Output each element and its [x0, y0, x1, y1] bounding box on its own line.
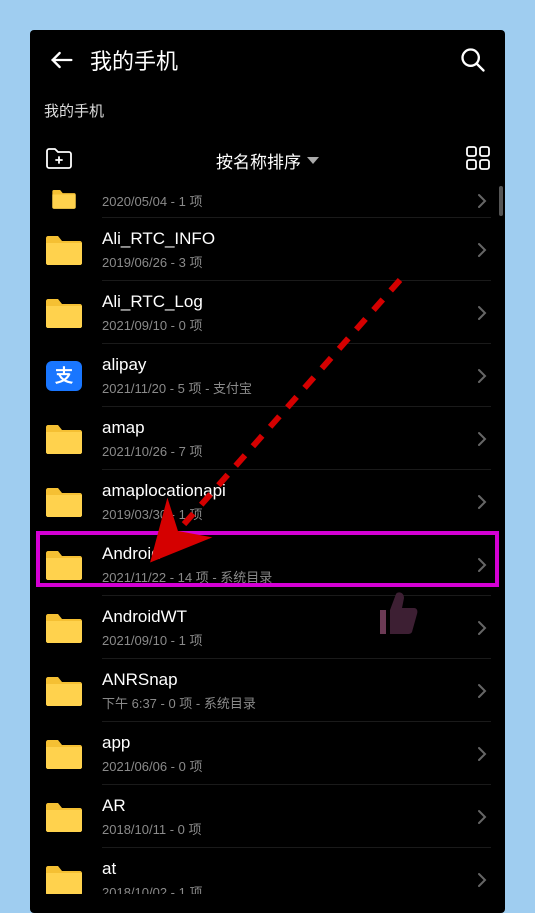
folder-icon	[44, 863, 84, 895]
item-name: Ali_RTC_Log	[102, 291, 473, 313]
chevron-right-icon	[473, 367, 491, 385]
item-meta: 2021/11/22 - 14 项 - 系统目录	[102, 567, 473, 586]
item-name: at	[102, 858, 473, 880]
search-button[interactable]	[459, 46, 487, 74]
item-meta: 2021/06/06 - 0 项	[102, 756, 473, 775]
list-item[interactable]: AndroidWT2021/09/10 - 1 项	[30, 596, 505, 659]
chevron-right-icon	[473, 556, 491, 574]
folder-icon	[44, 611, 84, 645]
folder-icon	[44, 485, 84, 519]
item-name: app	[102, 732, 473, 754]
folder-icon	[44, 233, 84, 267]
toolbar: 按名称排序	[30, 139, 505, 186]
item-name: alipay	[102, 354, 473, 376]
item-info: amap 2021/10/26 - 7 项	[102, 417, 473, 460]
list-item[interactable]: app 2021/06/06 - 0 项	[30, 722, 505, 785]
header: 我的手机	[30, 30, 505, 90]
item-info: 2020/05/04 - 1 项	[102, 189, 473, 210]
item-name: amap	[102, 417, 473, 439]
list-item[interactable]: Android 2021/11/22 - 14 项 - 系统目录	[30, 533, 505, 596]
item-meta: 2019/03/30 - 1 项	[102, 504, 473, 523]
item-meta: 2021/10/26 - 7 项	[102, 441, 473, 460]
item-info: AR 2018/10/11 - 0 项	[102, 795, 473, 838]
list-item[interactable]: Ali_RTC_INFO 2019/06/26 - 3 项	[30, 218, 505, 281]
item-meta: 2018/10/11 - 0 项	[102, 819, 473, 838]
item-info: Ali_RTC_INFO 2019/06/26 - 3 项	[102, 228, 473, 271]
item-name: Ali_RTC_INFO	[102, 228, 473, 250]
item-info: Ali_RTC_Log 2021/09/10 - 0 项	[102, 291, 473, 334]
chevron-right-icon	[473, 493, 491, 511]
item-meta: 2018/10/02 - 1 项	[102, 882, 473, 894]
list-item[interactable]: at 2018/10/02 - 1 项	[30, 848, 505, 894]
item-meta: 2021/11/20 - 5 项 - 支付宝	[102, 378, 473, 397]
list-item[interactable]: ANRSnap 下午 6:37 - 0 项 - 系统目录	[30, 659, 505, 722]
item-info: app 2021/06/06 - 0 项	[102, 732, 473, 775]
folder-icon	[44, 296, 84, 330]
list-item[interactable]: 支 alipay 2021/11/20 - 5 项 - 支付宝	[30, 344, 505, 407]
item-info: amaplocationapi 2019/03/30 - 1 项	[102, 480, 473, 523]
folder-icon	[44, 188, 84, 210]
folder-icon	[44, 737, 84, 771]
sort-label: 按名称排序	[216, 148, 301, 173]
chevron-right-icon	[473, 241, 491, 259]
folder-icon	[44, 674, 84, 708]
folder-icon	[44, 548, 84, 582]
item-info: Android 2021/11/22 - 14 项 - 系统目录	[102, 543, 473, 586]
list-item[interactable]: 2020/05/04 - 1 项	[30, 186, 505, 218]
folder-icon	[44, 800, 84, 834]
item-meta: 2021/09/10 - 0 项	[102, 315, 473, 334]
chevron-right-icon	[473, 871, 491, 889]
breadcrumb[interactable]: 我的手机	[30, 90, 505, 139]
chevron-right-icon	[473, 304, 491, 322]
chevron-right-icon	[473, 682, 491, 700]
item-name: Android	[102, 543, 473, 565]
page-title: 我的手机	[90, 44, 459, 76]
list-item[interactable]: Ali_RTC_Log 2021/09/10 - 0 项	[30, 281, 505, 344]
back-button[interactable]	[48, 46, 76, 74]
item-name: ANRSnap	[102, 669, 473, 691]
list-item[interactable]: amap 2021/10/26 - 7 项	[30, 407, 505, 470]
chevron-right-icon	[473, 192, 491, 210]
item-info: alipay 2021/11/20 - 5 项 - 支付宝	[102, 354, 473, 397]
chevron-right-icon	[473, 745, 491, 763]
sort-dropdown[interactable]: 按名称排序	[104, 148, 431, 173]
view-grid-button[interactable]	[465, 145, 491, 176]
item-name: AR	[102, 795, 473, 817]
item-name: amaplocationapi	[102, 480, 473, 502]
list-item[interactable]: AR 2018/10/11 - 0 项	[30, 785, 505, 848]
item-meta: 2020/05/04 - 1 项	[102, 191, 473, 210]
item-info: at 2018/10/02 - 1 项	[102, 858, 473, 894]
item-meta: 2019/06/26 - 3 项	[102, 252, 473, 271]
item-meta: 下午 6:37 - 0 项 - 系统目录	[102, 693, 473, 712]
folder-icon	[44, 422, 84, 456]
item-info: ANRSnap 下午 6:37 - 0 项 - 系统目录	[102, 669, 473, 712]
svg-text:支: 支	[54, 365, 74, 386]
alipay-icon: 支	[44, 359, 84, 393]
phone-frame: 我的手机 我的手机 按名称排序	[30, 30, 505, 913]
list-item[interactable]: amaplocationapi 2019/03/30 - 1 项	[30, 470, 505, 533]
chevron-right-icon	[473, 619, 491, 637]
chevron-right-icon	[473, 430, 491, 448]
like-thumb-icon	[376, 588, 420, 643]
chevron-down-icon	[307, 157, 319, 164]
file-list[interactable]: 2020/05/04 - 1 项 Ali_RTC_INFO 2019/06/26 -…	[30, 186, 505, 894]
new-folder-button[interactable]	[44, 145, 74, 176]
chevron-right-icon	[473, 808, 491, 826]
